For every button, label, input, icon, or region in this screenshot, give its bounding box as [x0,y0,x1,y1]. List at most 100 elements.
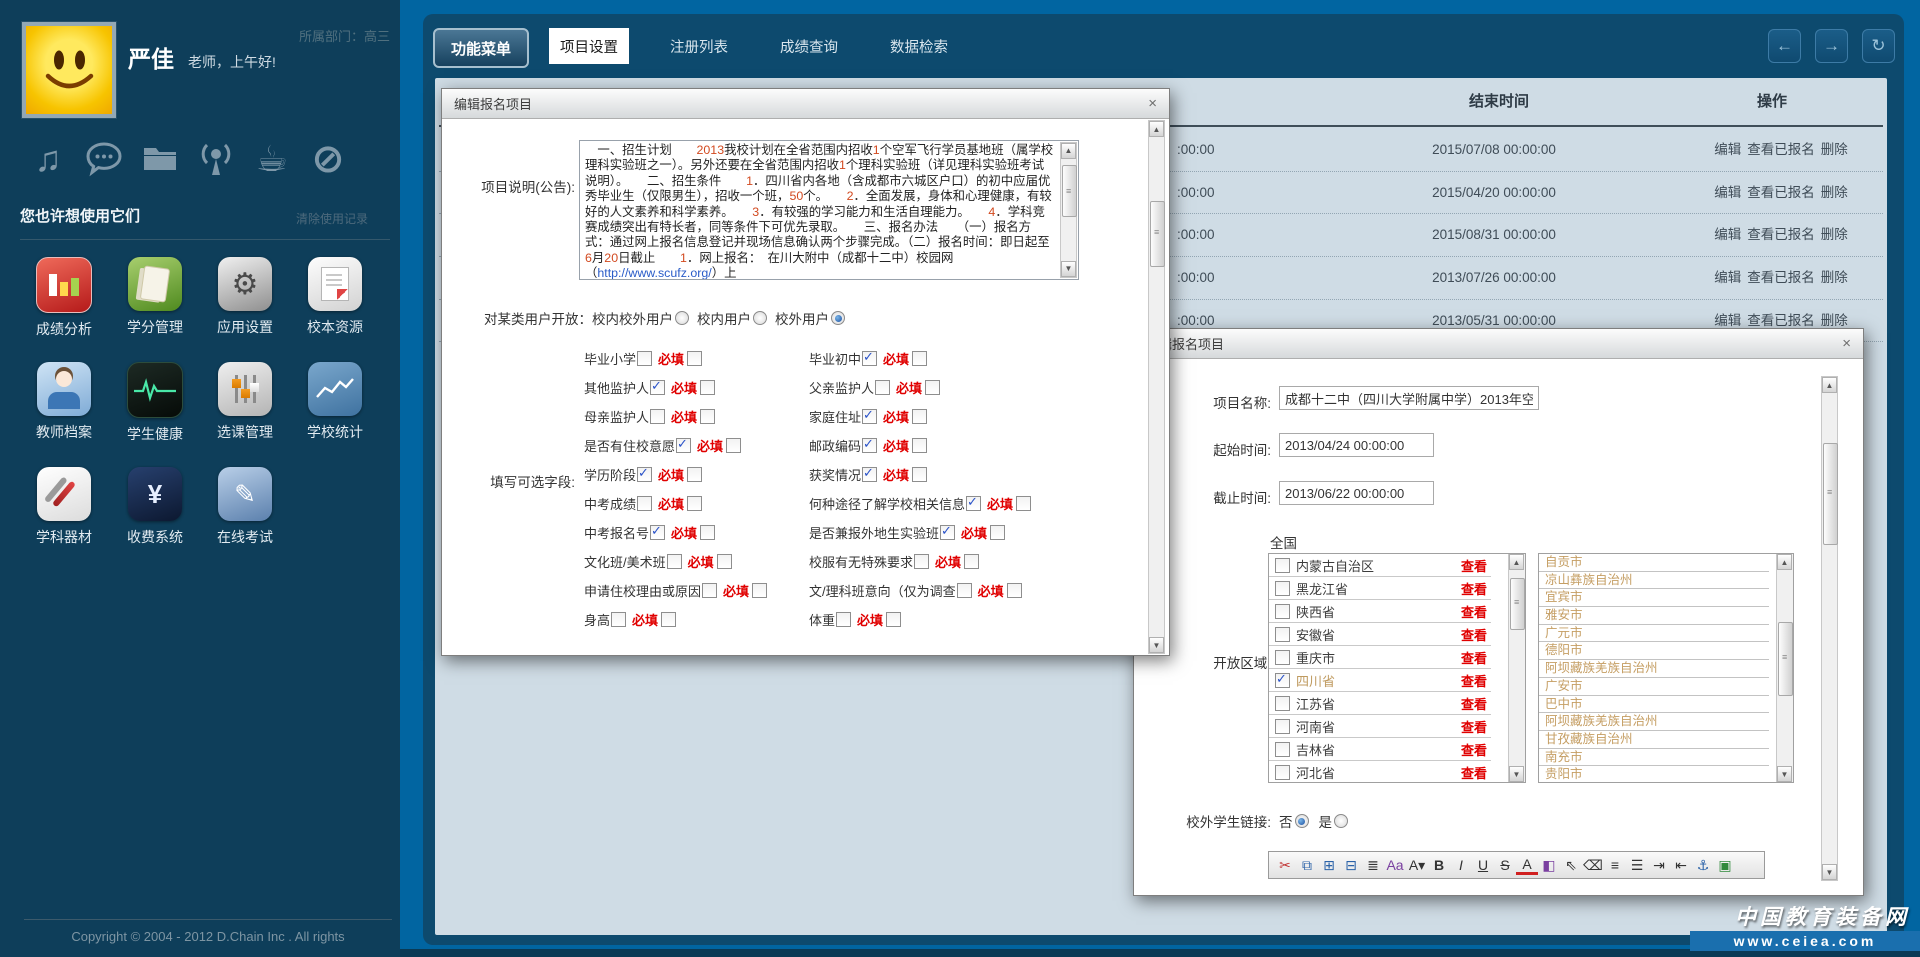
required-checkbox[interactable] [964,554,979,569]
font-size-icon[interactable]: A▾ [1406,854,1428,876]
required-checkbox[interactable] [1016,496,1031,511]
required-checkbox[interactable] [700,409,715,424]
city-row[interactable]: 巴中市 [1539,696,1769,714]
required-checkbox[interactable] [912,351,927,366]
dialog-titlebar[interactable]: 编辑报名项目 × [442,89,1169,119]
city-row[interactable]: 自贡市 [1539,554,1769,572]
styles-icon[interactable]: ≣ [1362,854,1384,876]
forward-button[interactable]: → [1815,29,1848,63]
scroll-up-button[interactable]: ▲ [1149,121,1164,137]
city-row[interactable]: 甘孜藏族自治州 [1539,731,1769,749]
description-textarea[interactable]: 一、招生计划 2013我校计划在全省范围内招收1个空军飞行学员基地班（属学校理科… [579,140,1079,280]
field-checkbox[interactable] [637,467,652,482]
dialog-titlebar[interactable]: 编辑报名项目 × [1134,329,1863,359]
close-icon[interactable]: × [1842,335,1851,352]
required-checkbox[interactable] [925,380,940,395]
city-row[interactable]: 宜宾市 [1539,589,1769,607]
scrollbar[interactable]: ▲ ▼ [1148,120,1165,654]
scrollbar[interactable]: ▲ ▼ [1821,376,1838,881]
eraser-icon[interactable]: ⌫ [1582,854,1604,876]
province-row[interactable]: 河北省 查看 [1269,761,1491,783]
city-row[interactable]: 阿坝藏族羌族自治州 [1539,713,1769,731]
link-option[interactable]: 否 [1279,811,1309,831]
italic-icon[interactable]: I [1450,854,1472,876]
province-checkbox[interactable] [1275,742,1290,757]
edit-link[interactable]: 编辑 [1714,227,1741,242]
province-row[interactable]: 内蒙古自治区 查看 [1269,554,1491,577]
field-checkbox[interactable] [862,351,877,366]
field-checkbox[interactable] [611,612,626,627]
view-registered-link[interactable]: 查看已报名 [1747,313,1815,328]
list-icon[interactable]: ☰ [1626,854,1648,876]
required-checkbox[interactable] [912,467,927,482]
tab-project-settings[interactable]: 项目设置 [549,28,629,64]
app-score-analysis[interactable]: 成绩分析 [23,257,105,339]
view-registered-link[interactable]: 查看已报名 [1747,270,1815,285]
province-row[interactable]: 重庆市 查看 [1269,646,1491,669]
user-type-option[interactable]: 校内校外用户 [592,308,689,328]
app-school-resources[interactable]: 校本资源 [294,257,376,337]
province-checkbox[interactable] [1275,650,1290,665]
field-checkbox[interactable] [862,467,877,482]
field-checkbox[interactable] [862,409,877,424]
delete-link[interactable]: 删除 [1821,313,1848,328]
required-checkbox[interactable] [687,496,702,511]
end-time-input[interactable] [1279,481,1434,505]
required-checkbox[interactable] [700,380,715,395]
view-link[interactable]: 查看 [1461,717,1487,736]
scroll-thumb[interactable] [1778,622,1793,696]
delete-link[interactable]: 删除 [1821,227,1848,242]
edit-link[interactable]: 编辑 [1714,270,1741,285]
view-link[interactable]: 查看 [1461,694,1487,713]
city-row[interactable]: 凉山彝族自治州 [1539,572,1769,590]
highlight-icon[interactable]: ◧ [1538,854,1560,876]
scroll-thumb[interactable] [1510,578,1525,630]
city-row[interactable]: 广元市 [1539,625,1769,643]
province-row[interactable]: 安徽省 查看 [1269,623,1491,646]
province-row[interactable]: 黑龙江省 查看 [1269,577,1491,600]
scroll-up-button[interactable]: ▲ [1777,554,1792,570]
view-link[interactable]: 查看 [1461,648,1487,667]
close-icon[interactable]: × [1148,95,1157,112]
province-checkbox[interactable] [1275,765,1290,780]
scrollbar[interactable]: ▲ ▼ [1508,554,1525,782]
view-link[interactable]: 查看 [1461,556,1487,575]
required-checkbox[interactable] [700,525,715,540]
view-link[interactable]: 查看 [1461,763,1487,782]
app-teacher-archives[interactable]: 教师档案 [23,362,105,442]
view-registered-link[interactable]: 查看已报名 [1747,227,1815,242]
field-checkbox[interactable] [914,554,929,569]
required-checkbox[interactable] [1007,583,1022,598]
required-checkbox[interactable] [687,467,702,482]
clear-history-link[interactable]: 清除使用记录 [296,210,368,227]
align-icon[interactable]: ≡ [1604,854,1626,876]
broadcast-icon[interactable] [194,136,238,182]
tab-register-list[interactable]: 注册列表 [659,28,739,64]
app-course-selection[interactable]: 选课管理 [204,362,286,442]
required-checkbox[interactable] [687,351,702,366]
scroll-up-button[interactable]: ▲ [1509,554,1524,570]
field-checkbox[interactable] [875,380,890,395]
field-checkbox[interactable] [667,554,682,569]
anchor-icon[interactable]: ⚓ [1692,854,1714,876]
edit-link[interactable]: 编辑 [1714,185,1741,200]
select-icon[interactable]: ⇖ [1560,854,1582,876]
province-checkbox[interactable] [1275,558,1290,573]
field-checkbox[interactable] [862,438,877,453]
field-checkbox[interactable] [650,525,665,540]
edit-link[interactable]: 编辑 [1714,313,1741,328]
province-checkbox[interactable] [1275,696,1290,711]
app-fee-system[interactable]: 收费系统 [114,467,196,547]
view-link[interactable]: 查看 [1461,579,1487,598]
avatar[interactable] [22,22,116,118]
copy-icon[interactable]: ⧉ [1296,854,1318,876]
coffee-icon[interactable]: ☕ [250,136,294,182]
app-student-health[interactable]: 学生健康 [114,362,196,444]
province-checkbox[interactable] [1275,627,1290,642]
edit-link[interactable]: 编辑 [1714,142,1741,157]
scroll-down-button[interactable]: ▼ [1061,261,1076,277]
view-link[interactable]: 查看 [1461,671,1487,690]
refresh-button[interactable]: ↻ [1862,29,1895,63]
scroll-up-button[interactable]: ▲ [1061,143,1076,159]
music-icon[interactable]: ♫ [26,136,70,182]
